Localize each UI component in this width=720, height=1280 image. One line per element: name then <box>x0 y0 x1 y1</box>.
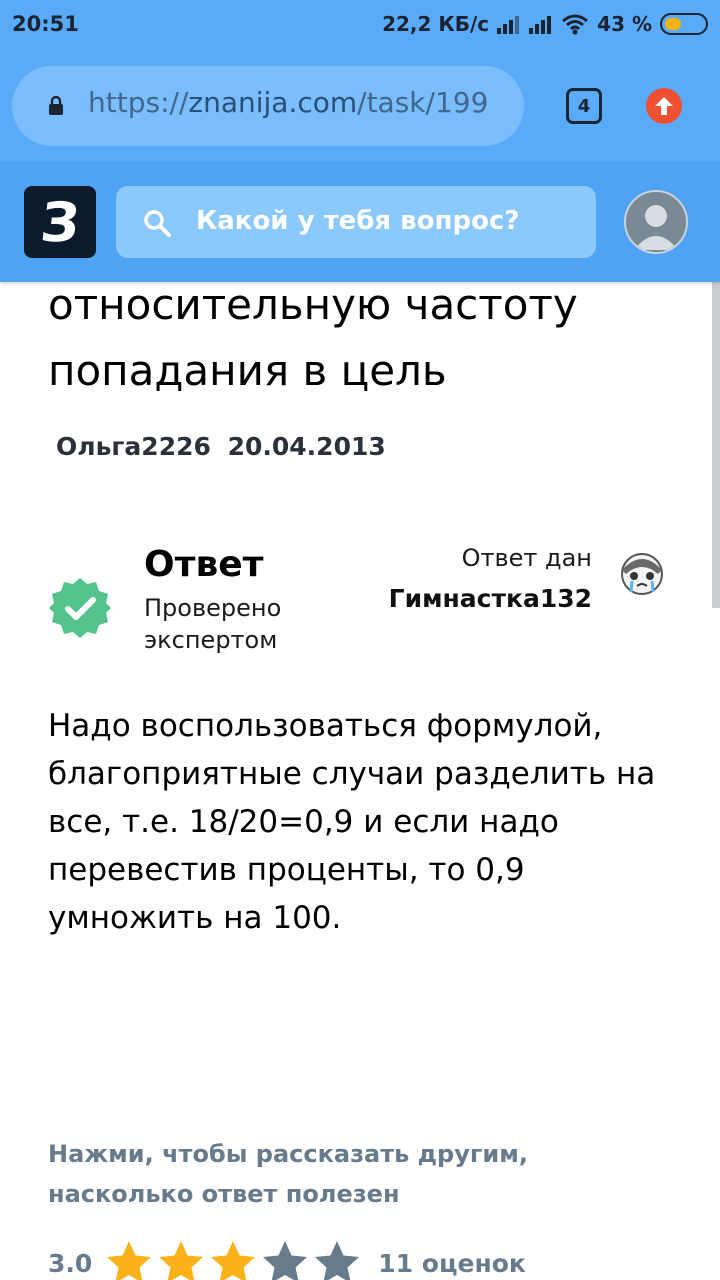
logo-letter: З <box>37 190 83 254</box>
verified-badge-icon <box>49 578 111 638</box>
url-text: https://znanija.com/task/199 <box>88 86 488 119</box>
browser-toolbar: https://znanija.com/task/199 4 <box>0 52 720 162</box>
address-bar[interactable]: https://znanija.com/task/199 <box>12 66 524 146</box>
status-bar: 20:51 22,2 КБ/с 43 % <box>0 0 720 52</box>
battery-icon <box>660 13 708 35</box>
star-filled-icon[interactable] <box>208 1238 258 1280</box>
status-time: 20:51 <box>12 12 79 36</box>
question-text: относительную частоту попадания в цель <box>48 282 578 395</box>
user-avatar[interactable] <box>624 190 688 254</box>
star-empty-icon[interactable] <box>260 1238 310 1280</box>
question-date: 20.04.2013 <box>227 432 386 461</box>
battery-fill <box>665 18 681 30</box>
search-icon <box>144 210 171 237</box>
signal-icon-2 <box>529 14 553 34</box>
rating-value: 3.0 <box>48 1248 93 1278</box>
search-input[interactable]: Какой у тебя вопрос? <box>116 186 596 258</box>
status-right: 22,2 КБ/с 43 % <box>374 12 708 36</box>
rating-row: 3.0 11 оценок <box>48 1238 526 1280</box>
rating-count: 11 оценок <box>378 1248 526 1278</box>
user-icon <box>634 205 678 250</box>
search-placeholder: Какой у тебя вопрос? <box>196 206 520 236</box>
rate-prompt: Нажми, чтобы рассказать другим, наскольк… <box>48 1140 528 1208</box>
url-path: /task/199 <box>357 86 489 119</box>
answer-body: Надо воспользоваться формулой, благоприя… <box>48 708 656 936</box>
arrow-up-icon <box>655 97 673 115</box>
lock-icon <box>49 96 63 115</box>
question-author[interactable]: Ольга2226 <box>56 432 211 461</box>
page-content: относительную частоту попадания в цель О… <box>0 282 720 1280</box>
answered-by-label: Ответ дан <box>461 544 592 572</box>
battery-percent: 43 % <box>597 12 652 36</box>
site-header: З Какой у тебя вопрос? <box>0 162 720 282</box>
star-filled-icon[interactable] <box>156 1238 206 1280</box>
star-empty-icon[interactable] <box>312 1238 362 1280</box>
answer-heading: Ответ <box>144 544 264 585</box>
wifi-icon <box>562 14 589 35</box>
url-host: znanija.com <box>188 86 358 119</box>
scrollbar[interactable] <box>712 282 720 608</box>
signal-icon <box>497 14 521 34</box>
network-speed: 22,2 КБ/с <box>382 12 490 36</box>
site-logo[interactable]: З <box>24 186 96 258</box>
tabs-button[interactable]: 4 <box>566 88 602 124</box>
question-meta: Ольга2226 20.04.2013 <box>56 432 386 461</box>
answerer-avatar[interactable] <box>614 548 670 604</box>
url-scheme: https:// <box>88 86 189 119</box>
verified-label: Проверено экспертом <box>144 594 282 654</box>
update-icon[interactable] <box>646 88 682 124</box>
star-filled-icon[interactable] <box>104 1238 154 1280</box>
rating-stars <box>104 1238 364 1280</box>
answerer-name[interactable]: Гимнастка132 <box>389 584 592 613</box>
